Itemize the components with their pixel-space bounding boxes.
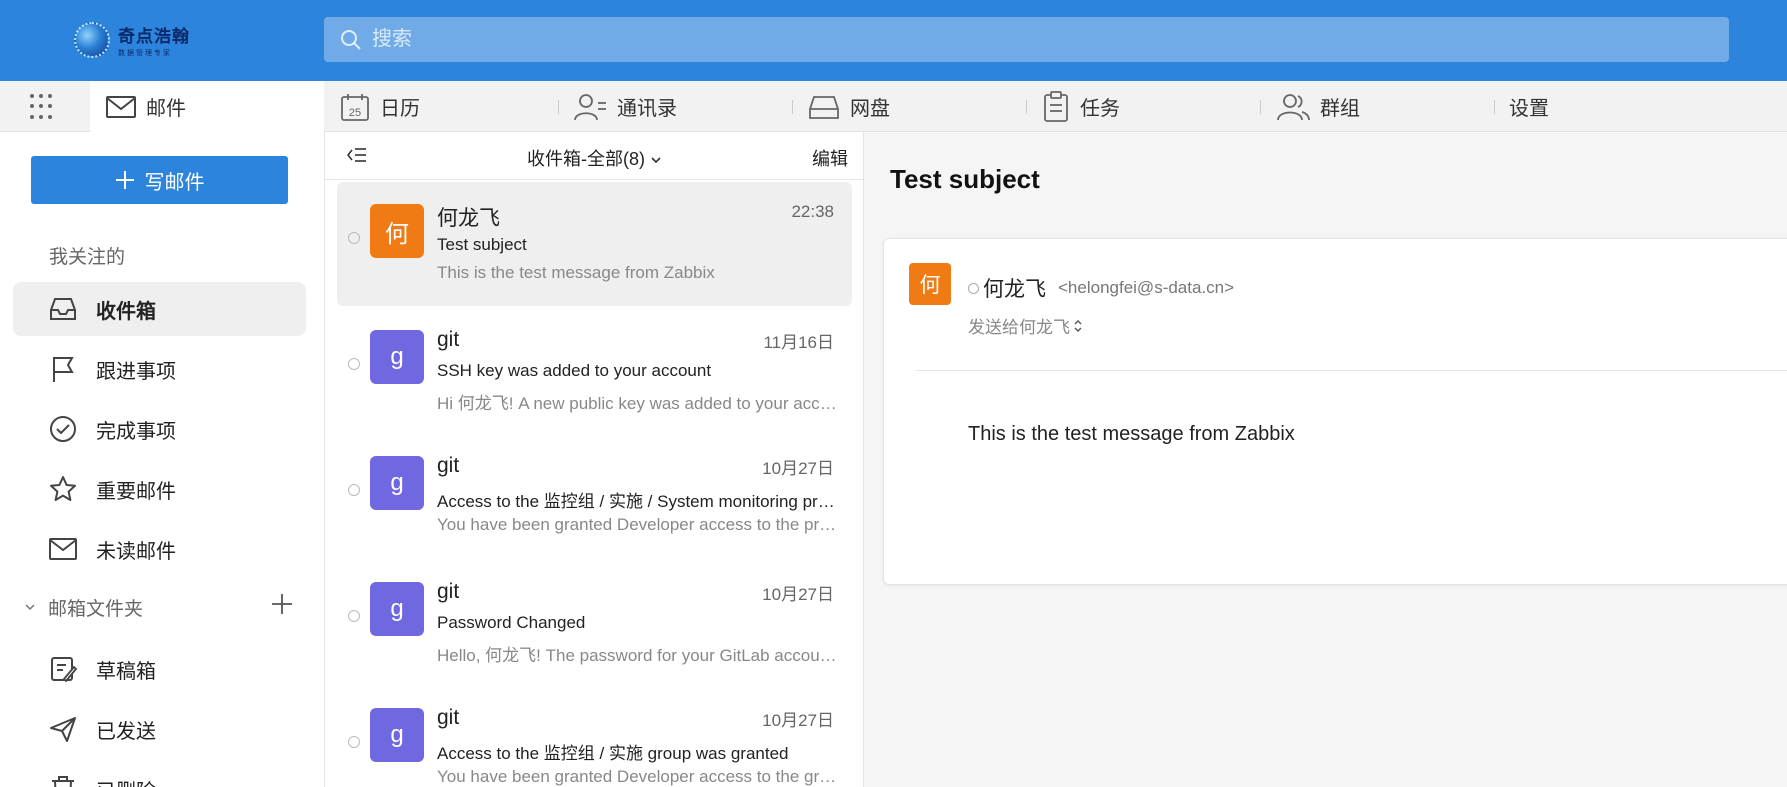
- from-line: 何龙飞 <helongfei@s-data.cn>: [968, 273, 1234, 303]
- inbox-icon: [48, 294, 78, 324]
- from-address: <helongfei@s-data.cn>: [1058, 278, 1235, 297]
- contacts-icon: [574, 93, 606, 120]
- nav-tasks[interactable]: 任务: [1042, 81, 1120, 132]
- message-sender: git: [437, 580, 460, 603]
- nav-settings[interactable]: 设置: [1509, 81, 1549, 132]
- search-input[interactable]: [372, 28, 1672, 51]
- svg-text:25: 25: [349, 107, 361, 119]
- message-item[interactable]: g git 10月27日 Access to the 监控组 / 实施 grou…: [337, 686, 852, 787]
- message-item[interactable]: g git 10月27日 Access to the 监控组 / 实施 / Sy…: [337, 434, 852, 558]
- message-time: 22:38: [791, 202, 834, 221]
- nav-contacts[interactable]: 通讯录: [573, 81, 677, 132]
- unread-dot-icon[interactable]: [348, 232, 360, 244]
- message-card: 何 何龙飞 <helongfei@s-data.cn> 发送给何龙飞 This …: [883, 238, 1787, 585]
- sidebar: 写邮件 我关注的 收件箱 跟进事项 完成事项 重要邮件 未读邮件 邮箱文件夹 草…: [0, 132, 325, 787]
- message-subject: Password Changed: [437, 613, 586, 632]
- message-item[interactable]: g git 10月27日 Password Changed Hello, 何龙飞…: [337, 560, 852, 684]
- from-name[interactable]: 何龙飞: [983, 273, 1046, 303]
- draft-icon: [48, 654, 78, 684]
- avatar: g: [370, 708, 424, 762]
- app-grid-icon[interactable]: [30, 94, 56, 120]
- drive-icon: [809, 95, 839, 119]
- sidebar-item-drafts[interactable]: 草稿箱: [13, 642, 306, 696]
- logo-title: 奇点浩翰: [118, 27, 190, 47]
- message-preview: This is the test message from Zabbix: [437, 263, 715, 282]
- message-time: 10月27日: [762, 711, 834, 730]
- clipboard-icon: [1044, 90, 1068, 122]
- avatar: 何: [909, 263, 951, 305]
- unread-dot-icon[interactable]: [348, 358, 360, 370]
- message-preview: Hello, 何龙飞! The password for your GitLab…: [437, 646, 837, 665]
- trash-icon: [48, 774, 78, 787]
- folder-filter-dropdown[interactable]: 收件箱-全部(8): [325, 145, 863, 171]
- unread-dot-icon[interactable]: [348, 484, 360, 496]
- sidebar-item-followup[interactable]: 跟进事项: [13, 342, 306, 396]
- avatar: g: [370, 330, 424, 384]
- message-list-header: 收件箱-全部(8) 编辑: [325, 132, 863, 180]
- plus-icon: [115, 171, 134, 189]
- message-preview: You have been granted Developer access t…: [437, 767, 837, 786]
- message-sender: git: [437, 454, 460, 477]
- message-sender: git: [437, 328, 460, 351]
- calendar-icon: 25: [341, 93, 369, 121]
- sidebar-item-done[interactable]: 完成事项: [13, 402, 306, 456]
- message-subject: SSH key was added to your account: [437, 361, 712, 380]
- sidebar-item-sent[interactable]: 已发送: [13, 702, 306, 756]
- message-time: 10月27日: [762, 459, 834, 478]
- avatar: g: [370, 456, 424, 510]
- message-subject: Access to the 监控组 / 实施 group was granted: [437, 744, 789, 763]
- folders-heading[interactable]: 邮箱文件夹: [24, 592, 294, 622]
- message-body: This is the test message from Zabbix: [968, 423, 1295, 445]
- envelope-icon: [106, 95, 136, 118]
- avatar: g: [370, 582, 424, 636]
- recipients-toggle[interactable]: 发送给何龙飞: [968, 313, 1083, 338]
- sidebar-item-unread[interactable]: 未读邮件: [13, 522, 306, 576]
- message-preview: Hi 何龙飞! A new public key was added to yo…: [437, 394, 837, 413]
- envelope-icon: [48, 534, 78, 564]
- sidebar-item-important[interactable]: 重要邮件: [13, 462, 306, 516]
- chevron-down-icon: [25, 604, 35, 611]
- search-bar[interactable]: [324, 17, 1729, 62]
- avatar: 何: [370, 204, 424, 258]
- message-time: 11月16日: [763, 333, 834, 352]
- message-preview: You have been granted Developer access t…: [437, 515, 837, 534]
- expand-toggle-icon: [1074, 319, 1082, 332]
- edit-button[interactable]: 编辑: [812, 145, 848, 171]
- message-item[interactable]: 何 何龙飞 22:38 Test subject This is the tes…: [337, 182, 852, 306]
- unread-dot-icon[interactable]: [348, 736, 360, 748]
- compose-button[interactable]: 写邮件: [31, 156, 288, 204]
- message-subject: Access to the 监控组 / 实施 / System monitori…: [437, 492, 837, 511]
- flag-icon: [48, 354, 78, 384]
- unread-dot-icon[interactable]: [348, 610, 360, 622]
- message-sender: 何龙飞: [437, 207, 500, 230]
- logo-subtitle: 数据管理专家: [118, 50, 172, 57]
- message-sender: git: [437, 706, 460, 729]
- nav-calendar[interactable]: 25 日历: [340, 81, 420, 132]
- sidebar-item-inbox[interactable]: 收件箱: [13, 282, 306, 336]
- nav-groups[interactable]: 群组: [1276, 81, 1360, 132]
- top-bar: 奇点浩翰 数据管理专家: [0, 0, 1787, 81]
- message-subject: Test subject: [437, 235, 527, 254]
- star-icon: [48, 474, 78, 504]
- reading-pane: Test subject 何 何龙飞 <helongfei@s-data.cn>…: [864, 132, 1787, 787]
- nav-mail[interactable]: 邮件: [90, 81, 324, 132]
- message-item[interactable]: g git 11月16日 SSH key was added to your a…: [337, 308, 852, 432]
- favorites-heading: 我关注的: [49, 247, 126, 268]
- reader-subject: Test subject: [890, 164, 1040, 194]
- chevron-down-icon: [651, 157, 661, 164]
- logo[interactable]: 奇点浩翰 数据管理专家: [74, 20, 190, 60]
- globe-logo-icon: [74, 22, 110, 58]
- status-dot-icon: [968, 282, 979, 294]
- send-icon: [48, 714, 78, 744]
- search-icon: [341, 29, 361, 50]
- message-list: 收件箱-全部(8) 编辑 何 何龙飞 22:38 Test subject Th…: [325, 132, 864, 787]
- message-time: 10月27日: [762, 585, 834, 604]
- nav-drive[interactable]: 网盘: [808, 81, 890, 132]
- group-icon: [1277, 93, 1310, 120]
- divider: [916, 370, 1787, 371]
- add-folder-icon[interactable]: [270, 592, 294, 616]
- check-circle-icon: [48, 414, 78, 444]
- app-nav-bar: 邮件 25 日历 通讯录 网盘 任务 群组 设置: [0, 81, 1787, 132]
- sidebar-item-deleted[interactable]: 已删除: [13, 762, 306, 787]
